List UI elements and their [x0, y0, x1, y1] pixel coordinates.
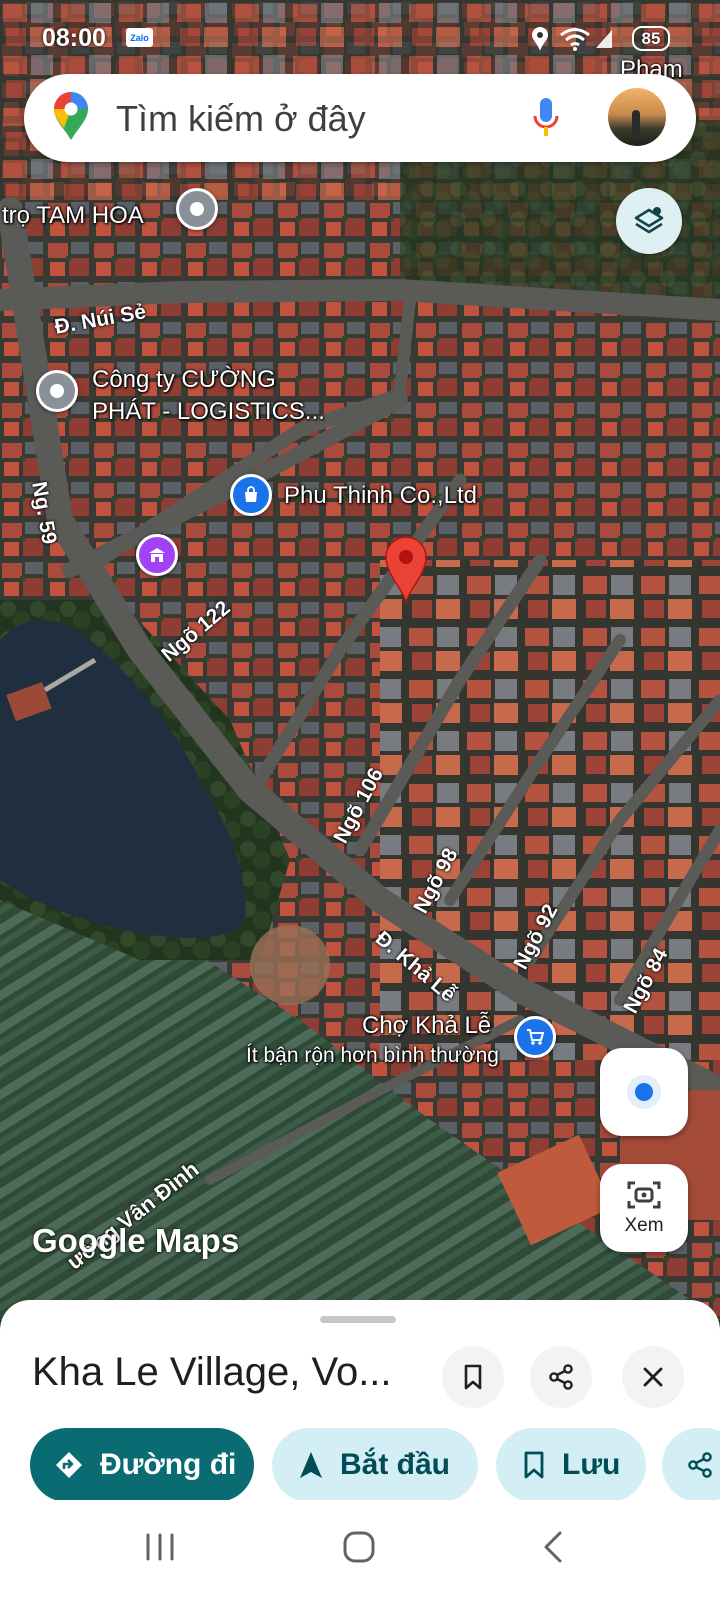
map-label-tam-hoa[interactable]: trọ TAM HOA [2, 202, 144, 230]
shopping-bag-pin-icon[interactable] [230, 474, 272, 516]
search-bar[interactable]: Tìm kiếm ở đây [24, 74, 696, 162]
location-icon [532, 27, 548, 51]
save-button[interactable]: Lưu [496, 1428, 646, 1502]
start-button[interactable]: Bắt đầu [272, 1428, 478, 1502]
my-location-button[interactable] [600, 1048, 688, 1136]
navigation-arrow-icon [300, 1452, 322, 1478]
status-bar: 08:00 Zalo 85 [0, 0, 720, 70]
temple-pin-icon[interactable] [136, 534, 178, 576]
save-label: Lưu [562, 1448, 621, 1481]
map-label-phu-thinh[interactable]: Phu Thinh Co.,Ltd [284, 482, 477, 510]
map-label-cuong-phat-line1[interactable]: Công ty CƯỜNG [92, 366, 276, 394]
share-chip-button[interactable] [662, 1428, 720, 1502]
share-place-button[interactable] [530, 1346, 592, 1408]
shopping-cart-pin-icon[interactable] [514, 1016, 556, 1058]
map-label-cuong-phat-line2[interactable]: PHÁT - LOGISTICS... [92, 398, 325, 426]
avatar[interactable] [608, 88, 666, 146]
map-label-cho-kha-le[interactable]: Chợ Khả Lễ [362, 1012, 491, 1040]
maps-screen: Pham trọ TAM HOA Đ. Núi Sẻ Công ty CƯỜNG… [0, 0, 720, 1600]
search-input[interactable]: Tìm kiếm ở đây [116, 98, 366, 140]
back-icon[interactable] [542, 1530, 564, 1564]
save-place-button[interactable] [442, 1346, 504, 1408]
google-maps-pin-icon [54, 92, 88, 140]
layers-icon [634, 207, 664, 234]
status-time: 08:00 [42, 24, 106, 52]
close-button[interactable] [622, 1346, 684, 1408]
recent-apps-icon[interactable] [144, 1532, 176, 1562]
start-label: Bắt đầu [340, 1448, 451, 1481]
zalo-icon: Zalo [126, 28, 153, 47]
layers-button[interactable] [616, 188, 682, 254]
place-title: Kha Le Village, Vo... [32, 1350, 392, 1394]
system-navigation-bar [0, 1500, 720, 1600]
share-icon [549, 1364, 573, 1390]
google-maps-logo: Google Maps [32, 1222, 240, 1259]
place-pin-icon[interactable] [176, 188, 218, 230]
location-dot-icon [627, 1075, 661, 1109]
street-view-button[interactable]: Xem [600, 1164, 688, 1252]
map-label-busyness: Ít bận rộn hơn bình thường [246, 1044, 499, 1067]
directions-label: Đường đi [100, 1448, 237, 1481]
directions-icon [56, 1452, 82, 1478]
bookmark-icon [464, 1364, 482, 1390]
camera-scan-icon [627, 1181, 661, 1209]
selected-location-pin-icon[interactable] [382, 535, 430, 605]
wifi-icon [560, 28, 590, 51]
share-icon [688, 1452, 712, 1478]
directions-button[interactable]: Đường đi [30, 1428, 254, 1502]
street-view-label: Xem [624, 1215, 664, 1236]
bookmark-icon [524, 1451, 544, 1479]
microphone-icon[interactable] [532, 96, 560, 140]
close-icon [643, 1367, 663, 1387]
signal-icon [596, 30, 612, 48]
battery-icon: 85 [632, 26, 670, 51]
sheet-drag-handle[interactable] [320, 1316, 396, 1323]
place-pin-icon[interactable] [36, 370, 78, 412]
home-icon[interactable] [342, 1530, 376, 1564]
